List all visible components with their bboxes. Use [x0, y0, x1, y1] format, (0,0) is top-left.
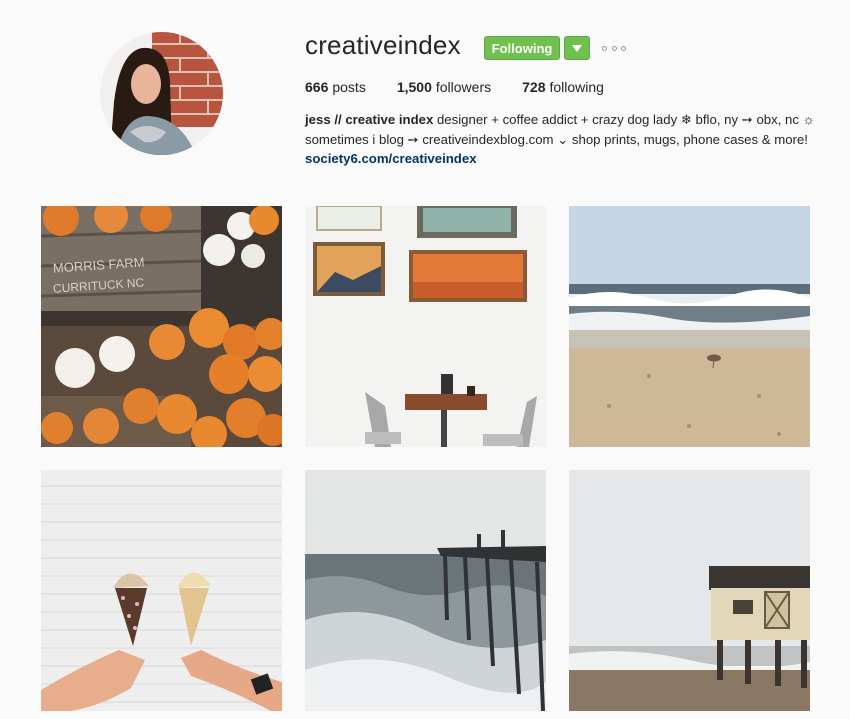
post-thumbnail[interactable]: MORRIS FARM CURRITUCK NC [41, 206, 282, 447]
post-thumbnail[interactable] [569, 470, 810, 711]
more-options-button[interactable] [602, 41, 626, 55]
profile-bio: jess // creative index designer + coffee… [305, 110, 820, 169]
bio-link[interactable]: society6.com/creativeindex [305, 151, 477, 166]
followers-count: 1,500 [396, 79, 432, 95]
bio-name: jess // creative index [305, 112, 434, 127]
pumpkins-image: MORRIS FARM CURRITUCK NC [41, 206, 282, 447]
post-thumbnail[interactable] [41, 470, 282, 711]
dot-icon [611, 45, 617, 51]
following-label: following [549, 79, 604, 95]
following-count: 728 [522, 79, 546, 95]
profile-stats: 666 posts 1,500 followers 728 following [305, 79, 635, 95]
ice-cream-image [41, 470, 282, 711]
dot-icon [602, 45, 607, 51]
followers-label: followers [435, 79, 492, 95]
pier-image [305, 470, 546, 711]
posts-label: posts [332, 79, 366, 95]
suggestions-dropdown-button[interactable] [564, 36, 590, 60]
profile-avatar[interactable] [100, 32, 223, 155]
followers-stat[interactable]: 1,500 followers [397, 79, 491, 95]
following-stat[interactable]: 728 following [522, 79, 604, 95]
avatar-image [100, 32, 223, 155]
post-thumbnail[interactable] [569, 206, 810, 447]
dot-icon [621, 45, 626, 51]
post-thumbnail[interactable] [305, 470, 546, 711]
posts-stat: 666 posts [305, 79, 366, 95]
caret-down-icon [572, 44, 582, 52]
beach-house-image [569, 470, 810, 711]
post-thumbnail[interactable] [305, 206, 546, 447]
cafe-image [305, 206, 546, 447]
posts-grid: MORRIS FARM CURRITUCK NC [41, 206, 810, 719]
posts-count: 666 [305, 79, 329, 95]
following-button[interactable]: Following [484, 36, 560, 60]
profile-username: creativeindex [305, 30, 461, 60]
beach-image [569, 206, 810, 447]
